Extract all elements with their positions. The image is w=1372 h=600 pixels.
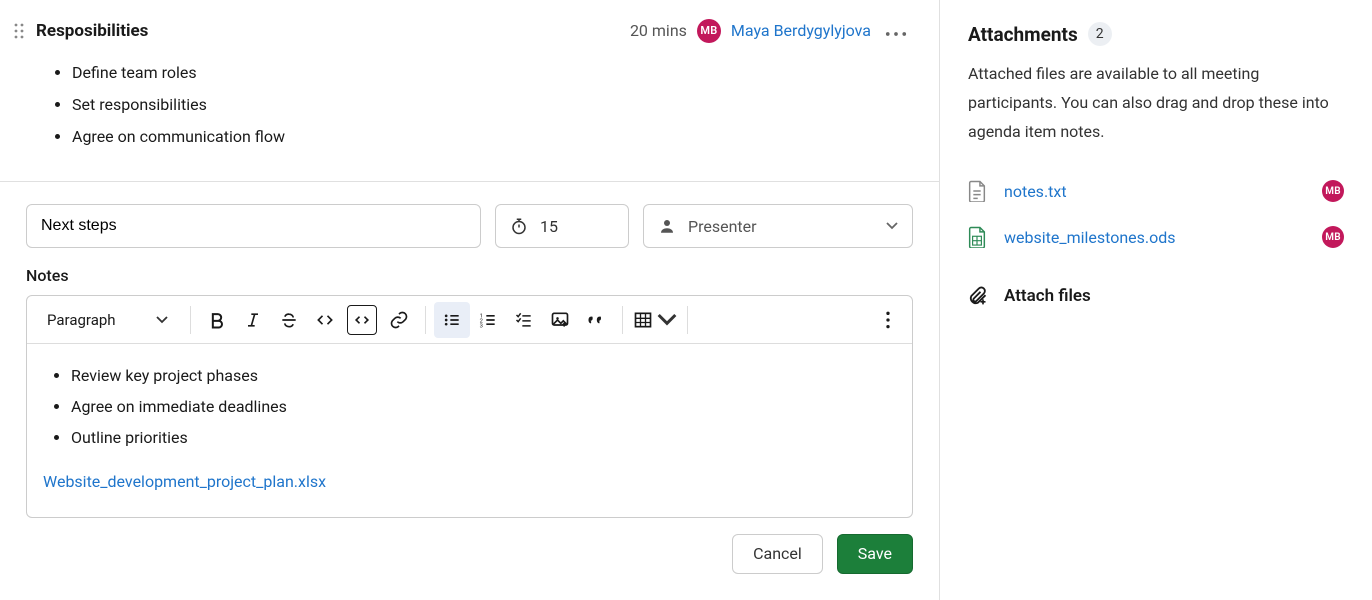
notes-label: Notes xyxy=(26,266,913,285)
list-item: Review key project phases xyxy=(71,360,896,391)
strikethrough-button[interactable] xyxy=(271,302,307,338)
presenter-link[interactable]: Maya Berdygylyjova xyxy=(731,21,871,40)
save-button[interactable]: Save xyxy=(837,534,913,574)
agenda-item-title: Resposibilities xyxy=(36,21,620,41)
quote-button[interactable] xyxy=(578,302,614,338)
title-input[interactable] xyxy=(26,204,481,248)
bullet-list-button[interactable] xyxy=(434,302,470,338)
file-link[interactable]: Website_development_project_plan.xlsx xyxy=(43,472,326,491)
code-button[interactable] xyxy=(307,302,343,338)
attachments-title: Attachments xyxy=(968,23,1078,46)
list-item: Set responsibilities xyxy=(72,89,911,121)
more-menu-button[interactable] xyxy=(881,18,911,43)
file-spreadsheet-icon xyxy=(968,226,986,248)
chevron-down-icon xyxy=(156,316,168,324)
editor-content[interactable]: Review key project phases Agree on immed… xyxy=(27,344,912,517)
duration-value: 15 xyxy=(540,217,558,236)
notes-editor: Paragraph 123 xyxy=(26,295,913,518)
toolbar-separator xyxy=(687,306,688,334)
list-item: Agree on communication flow xyxy=(72,121,911,153)
link-button[interactable] xyxy=(381,302,417,338)
code-block-button[interactable] xyxy=(347,305,377,335)
presenter-select[interactable]: Presenter xyxy=(643,204,913,248)
more-options-button[interactable] xyxy=(870,302,906,338)
attachments-description: Attached files are available to all meet… xyxy=(968,60,1344,146)
person-icon xyxy=(658,217,676,235)
list-item: Define team roles xyxy=(72,57,911,89)
duration-input[interactable]: 15 xyxy=(495,204,629,248)
svg-text:3: 3 xyxy=(479,323,482,329)
stopwatch-icon xyxy=(510,217,528,235)
attachment-row[interactable]: website_milestones.ods MB xyxy=(968,214,1344,260)
numbered-list-button[interactable]: 123 xyxy=(470,302,506,338)
attachments-panel: Attachments 2 Attached files are availab… xyxy=(940,0,1372,600)
list-item: Outline priorities xyxy=(71,422,896,453)
editor-toolbar: Paragraph 123 xyxy=(27,296,912,344)
paperclip-icon xyxy=(968,286,988,306)
toolbar-separator xyxy=(190,306,191,334)
chevron-down-icon xyxy=(886,222,898,230)
list-item: Agree on immediate deadlines xyxy=(71,391,896,422)
attachment-row[interactable]: notes.txt MB xyxy=(968,168,1344,214)
italic-button[interactable] xyxy=(235,302,271,338)
attachment-name: notes.txt xyxy=(1004,182,1304,201)
agenda-item-points: Define team roles Set responsibilities A… xyxy=(72,57,911,153)
presenter-placeholder: Presenter xyxy=(688,217,874,236)
bold-button[interactable] xyxy=(199,302,235,338)
avatar[interactable]: MB xyxy=(697,19,721,43)
checklist-button[interactable] xyxy=(506,302,542,338)
agenda-item-editor: 15 Presenter Notes Paragraph xyxy=(0,182,939,582)
drag-handle-icon[interactable] xyxy=(12,23,26,39)
agenda-item-duration: 20 mins xyxy=(630,21,687,40)
attachment-name: website_milestones.ods xyxy=(1004,228,1304,247)
attachments-count: 2 xyxy=(1088,22,1112,46)
toolbar-separator xyxy=(622,306,623,334)
toolbar-separator xyxy=(425,306,426,334)
agenda-item: Resposibilities 20 mins MB Maya Berdygyl… xyxy=(0,0,939,182)
format-select[interactable]: Paragraph xyxy=(33,296,182,343)
avatar[interactable]: MB xyxy=(1322,226,1344,248)
file-text-icon xyxy=(968,180,986,202)
attach-files-label: Attach files xyxy=(1004,286,1091,306)
cancel-button[interactable]: Cancel xyxy=(732,534,823,574)
table-button[interactable] xyxy=(631,302,679,338)
image-button[interactable] xyxy=(542,302,578,338)
avatar[interactable]: MB xyxy=(1322,180,1344,202)
attach-files-button[interactable]: Attach files xyxy=(968,260,1344,306)
